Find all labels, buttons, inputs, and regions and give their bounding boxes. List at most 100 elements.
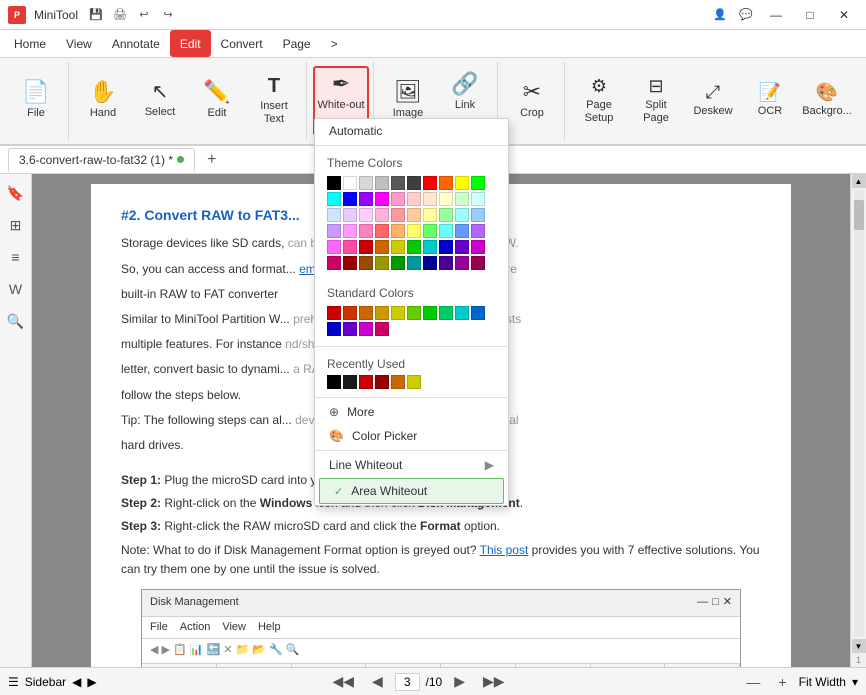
- theme-color-swatch[interactable]: [391, 176, 405, 190]
- chat-icon[interactable]: 💬: [736, 5, 756, 25]
- menu-view[interactable]: View: [56, 30, 102, 57]
- theme-color-swatch[interactable]: [375, 240, 389, 254]
- theme-color-swatch[interactable]: [359, 240, 373, 254]
- menu-annotate[interactable]: Annotate: [102, 30, 170, 57]
- theme-color-swatch[interactable]: [471, 240, 485, 254]
- theme-color-swatch[interactable]: [407, 224, 421, 238]
- menu-home[interactable]: Home: [4, 30, 56, 57]
- theme-color-swatch[interactable]: [327, 176, 341, 190]
- theme-color-swatch[interactable]: [391, 192, 405, 206]
- theme-color-swatch[interactable]: [455, 256, 469, 270]
- standard-color-swatch[interactable]: [359, 306, 373, 320]
- theme-color-swatch[interactable]: [439, 256, 453, 270]
- theme-color-swatch[interactable]: [343, 240, 357, 254]
- undo-btn[interactable]: ↩: [134, 5, 154, 25]
- theme-color-swatch[interactable]: [327, 240, 341, 254]
- theme-color-swatch[interactable]: [423, 192, 437, 206]
- theme-color-swatch[interactable]: [375, 256, 389, 270]
- tool-deskew[interactable]: ⤢ Deskew: [685, 66, 741, 136]
- theme-color-swatch[interactable]: [343, 224, 357, 238]
- tab-current-doc[interactable]: 3.6-convert-raw-to-fat32 (1) *: [8, 148, 195, 172]
- first-page-btn[interactable]: ◀◀: [327, 671, 361, 692]
- theme-color-swatch[interactable]: [471, 192, 485, 206]
- theme-color-swatch[interactable]: [327, 224, 341, 238]
- theme-color-swatch[interactable]: [455, 176, 469, 190]
- tool-crop[interactable]: ✂ Crop: [504, 66, 560, 136]
- theme-color-swatch[interactable]: [407, 176, 421, 190]
- theme-color-swatch[interactable]: [391, 256, 405, 270]
- current-page-input[interactable]: 3: [395, 673, 420, 691]
- theme-color-swatch[interactable]: [471, 208, 485, 222]
- maximize-btn[interactable]: □: [796, 1, 824, 29]
- scroll-down-btn[interactable]: ▼: [852, 639, 866, 653]
- sidebar-arrow-left[interactable]: ◀: [72, 675, 81, 689]
- last-page-btn[interactable]: ▶▶: [477, 671, 511, 692]
- theme-color-swatch[interactable]: [391, 240, 405, 254]
- theme-color-swatch[interactable]: [359, 256, 373, 270]
- theme-color-swatch[interactable]: [343, 176, 357, 190]
- tool-edit[interactable]: ✏️ Edit: [189, 66, 245, 136]
- scroll-thumb[interactable]: [854, 200, 864, 230]
- theme-color-swatch[interactable]: [359, 224, 373, 238]
- theme-color-swatch[interactable]: [455, 224, 469, 238]
- theme-color-swatch[interactable]: [471, 176, 485, 190]
- theme-color-swatch[interactable]: [391, 224, 405, 238]
- theme-color-swatch[interactable]: [327, 256, 341, 270]
- theme-color-swatch[interactable]: [375, 208, 389, 222]
- theme-color-swatch[interactable]: [439, 176, 453, 190]
- standard-color-swatch[interactable]: [471, 306, 485, 320]
- theme-color-swatch[interactable]: [407, 256, 421, 270]
- tab-add-btn[interactable]: +: [199, 149, 224, 171]
- scroll-track[interactable]: [854, 190, 864, 637]
- menu-convert[interactable]: Convert: [211, 30, 273, 57]
- theme-color-swatch[interactable]: [391, 208, 405, 222]
- theme-color-swatch[interactable]: [423, 176, 437, 190]
- theme-color-swatch[interactable]: [471, 224, 485, 238]
- prev-page-btn[interactable]: ◀: [366, 671, 389, 692]
- zoom-in-btn[interactable]: +: [772, 672, 792, 692]
- dropdown-color-picker[interactable]: 🎨 Color Picker: [315, 424, 508, 448]
- user-icon[interactable]: 👤: [710, 5, 730, 25]
- tool-select[interactable]: ↖ Select: [132, 66, 188, 136]
- standard-color-swatch[interactable]: [391, 306, 405, 320]
- next-page-btn[interactable]: ▶: [448, 671, 471, 692]
- tool-page-setup[interactable]: ⚙ Page Setup: [571, 66, 627, 136]
- theme-color-swatch[interactable]: [455, 240, 469, 254]
- dropdown-auto[interactable]: Automatic: [315, 119, 508, 143]
- standard-color-swatch[interactable]: [375, 322, 389, 336]
- standard-color-swatch[interactable]: [327, 322, 341, 336]
- theme-color-swatch[interactable]: [407, 192, 421, 206]
- tool-split-page[interactable]: ⊟ Split Page: [628, 66, 684, 136]
- standard-color-swatch[interactable]: [343, 306, 357, 320]
- theme-color-swatch[interactable]: [439, 208, 453, 222]
- theme-color-swatch[interactable]: [375, 192, 389, 206]
- theme-color-swatch[interactable]: [343, 192, 357, 206]
- recent-color-swatch[interactable]: [327, 375, 341, 389]
- theme-color-swatch[interactable]: [327, 208, 341, 222]
- standard-color-swatch[interactable]: [343, 322, 357, 336]
- theme-color-swatch[interactable]: [327, 192, 341, 206]
- tool-background[interactable]: 🎨 Backgro...: [799, 66, 855, 136]
- close-btn[interactable]: ✕: [830, 1, 858, 29]
- sidebar-icon-layers[interactable]: ≡: [3, 244, 29, 270]
- theme-color-swatch[interactable]: [359, 208, 373, 222]
- theme-color-swatch[interactable]: [439, 192, 453, 206]
- tool-hand[interactable]: ✋ Hand: [75, 66, 131, 136]
- theme-color-swatch[interactable]: [407, 208, 421, 222]
- sidebar-toggle-icon[interactable]: ☰: [8, 675, 19, 689]
- standard-color-swatch[interactable]: [439, 306, 453, 320]
- theme-color-swatch[interactable]: [423, 224, 437, 238]
- theme-color-swatch[interactable]: [375, 176, 389, 190]
- dropdown-area-whiteout[interactable]: ✓ Area Whiteout: [319, 478, 504, 504]
- theme-color-swatch[interactable]: [455, 208, 469, 222]
- scroll-up-btn[interactable]: ▲: [852, 174, 866, 188]
- standard-color-swatch[interactable]: [327, 306, 341, 320]
- recent-color-swatch[interactable]: [391, 375, 405, 389]
- tool-file[interactable]: 📄 File: [8, 66, 64, 136]
- standard-color-swatch[interactable]: [407, 306, 421, 320]
- menu-page[interactable]: Page: [273, 30, 321, 57]
- theme-color-swatch[interactable]: [455, 192, 469, 206]
- recent-color-swatch[interactable]: [375, 375, 389, 389]
- theme-color-swatch[interactable]: [359, 176, 373, 190]
- theme-color-swatch[interactable]: [407, 240, 421, 254]
